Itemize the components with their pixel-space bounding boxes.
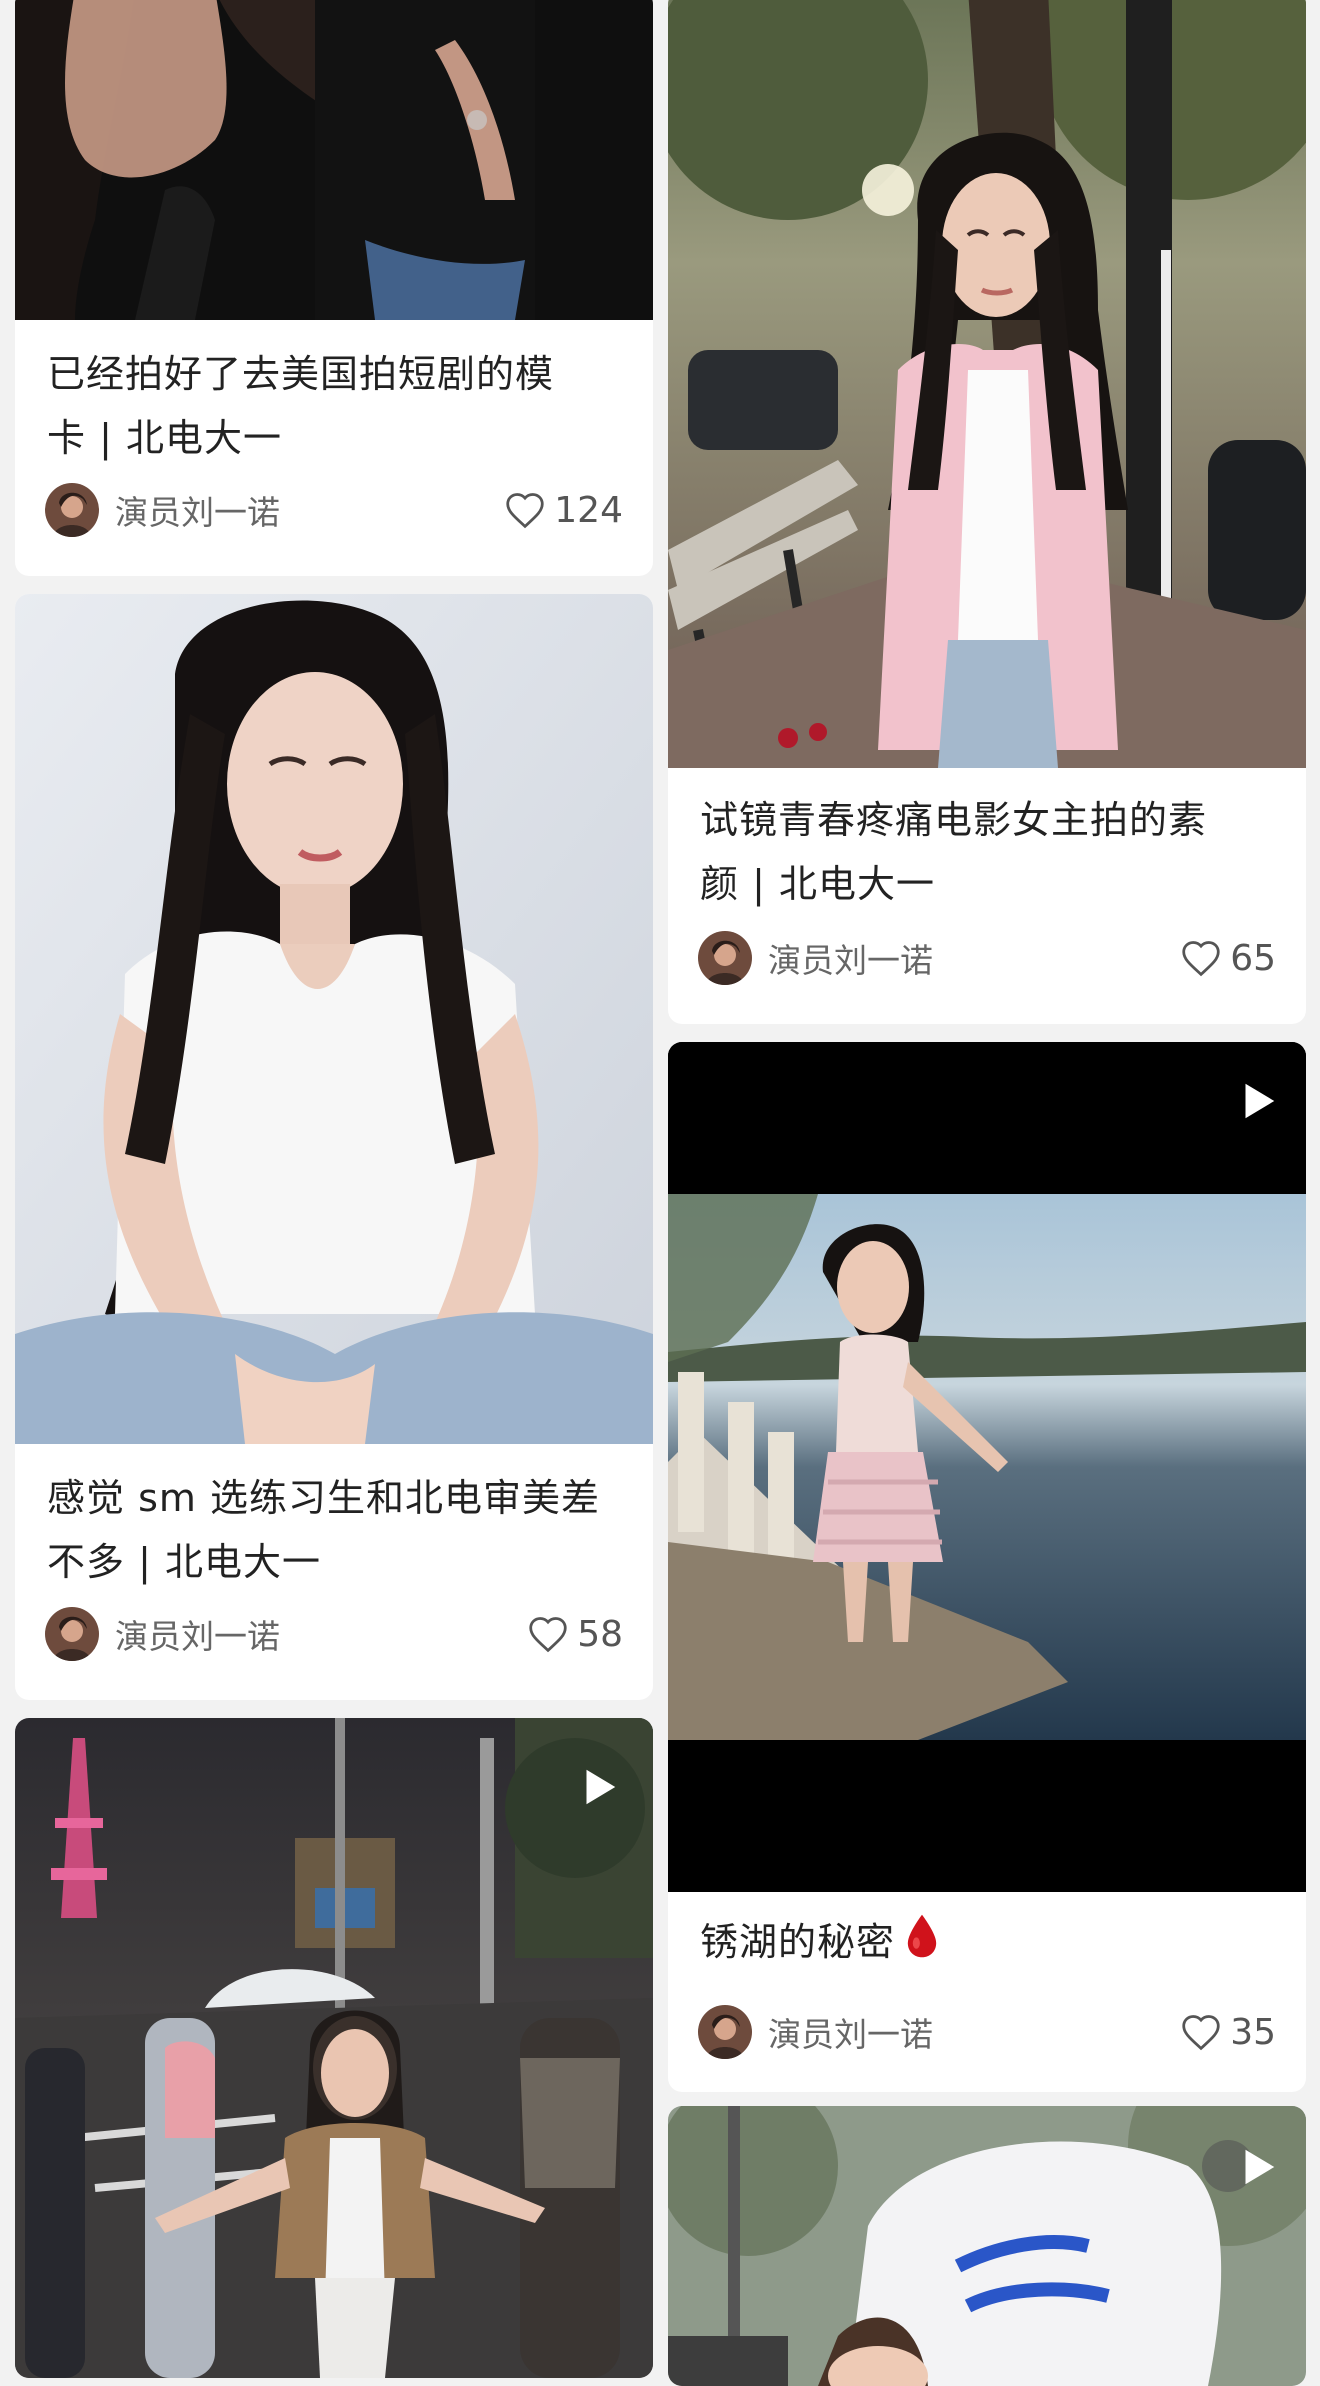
like-count: 65 (1230, 937, 1276, 979)
card-title-line: 卡 | 北电大一 (47, 416, 282, 460)
play-icon[interactable] (1234, 1078, 1280, 1124)
like-count: 58 (577, 1613, 623, 1655)
card-title: 已经拍好了去美国拍短剧的模 卡 | 北电大一 (47, 342, 623, 470)
cover-image[interactable] (15, 0, 653, 320)
heart-outline-icon (529, 1617, 567, 1653)
author-name[interactable]: 演员刘一诺 (115, 486, 504, 534)
cover-video[interactable] (668, 1042, 1306, 1892)
card-meta: 演员刘一诺 58 (45, 1606, 623, 1662)
card-title-line: 颜 | 北电大一 (700, 862, 935, 906)
card-title-line: 试镜青春疼痛电影女主拍的素 (700, 798, 1208, 842)
author-name[interactable]: 演员刘一诺 (768, 934, 1180, 982)
avatar[interactable] (698, 2005, 752, 2059)
feed-card-right-2[interactable]: 锈湖的秘密 演员刘一诺 35 (668, 1042, 1306, 2092)
card-title-line: 已经拍好了去美国拍短剧的模 (47, 352, 555, 396)
like-count: 35 (1230, 2011, 1276, 2053)
heart-outline-icon (1182, 2015, 1220, 2051)
cover-video[interactable] (15, 1718, 653, 2378)
author-name[interactable]: 演员刘一诺 (768, 2008, 1180, 2056)
like-count: 124 (554, 489, 623, 531)
cover-image[interactable] (668, 0, 1306, 768)
card-meta: 演员刘一诺 35 (698, 2004, 1276, 2060)
card-meta: 演员刘一诺 65 (698, 930, 1276, 986)
play-icon[interactable] (575, 1764, 621, 1810)
drop-of-blood-icon (907, 1914, 937, 1958)
card-title-line: 不多 | 北电大一 (47, 1540, 321, 1584)
play-icon[interactable] (1234, 2144, 1280, 2190)
cover-image[interactable] (15, 594, 653, 1444)
heart-outline-icon (1182, 941, 1220, 977)
avatar[interactable] (45, 483, 99, 537)
like-button[interactable]: 35 (1180, 2012, 1276, 2053)
card-title-line: 感觉 sm 选练习生和北电审美差 (47, 1476, 600, 1520)
cover-video[interactable] (668, 2106, 1306, 2386)
avatar[interactable] (45, 1607, 99, 1661)
feed-card-left-2[interactable]: 感觉 sm 选练习生和北电审美差 不多 | 北电大一 演员刘一诺 58 (15, 594, 653, 1700)
like-button[interactable]: 124 (504, 490, 623, 531)
feed-card-left-3[interactable] (15, 1718, 653, 2378)
card-title: 试镜青春疼痛电影女主拍的素 颜 | 北电大一 (700, 788, 1276, 916)
card-title: 感觉 sm 选练习生和北电审美差 不多 | 北电大一 (47, 1466, 623, 1594)
feed-card-right-1[interactable]: 试镜青春疼痛电影女主拍的素 颜 | 北电大一 演员刘一诺 65 (668, 0, 1306, 1024)
like-button[interactable]: 65 (1180, 938, 1276, 979)
heart-outline-icon (506, 493, 544, 529)
feed-card-left-1[interactable]: 已经拍好了去美国拍短剧的模 卡 | 北电大一 演员刘一诺 124 (15, 0, 653, 576)
like-button[interactable]: 58 (527, 1614, 623, 1655)
card-meta: 演员刘一诺 124 (45, 482, 623, 538)
avatar[interactable] (698, 931, 752, 985)
card-title: 锈湖的秘密 (700, 1910, 1276, 1974)
feed-card-right-3[interactable] (668, 2106, 1306, 2386)
card-title-line: 锈湖的秘密 (700, 1920, 896, 1964)
author-name[interactable]: 演员刘一诺 (115, 1610, 527, 1658)
